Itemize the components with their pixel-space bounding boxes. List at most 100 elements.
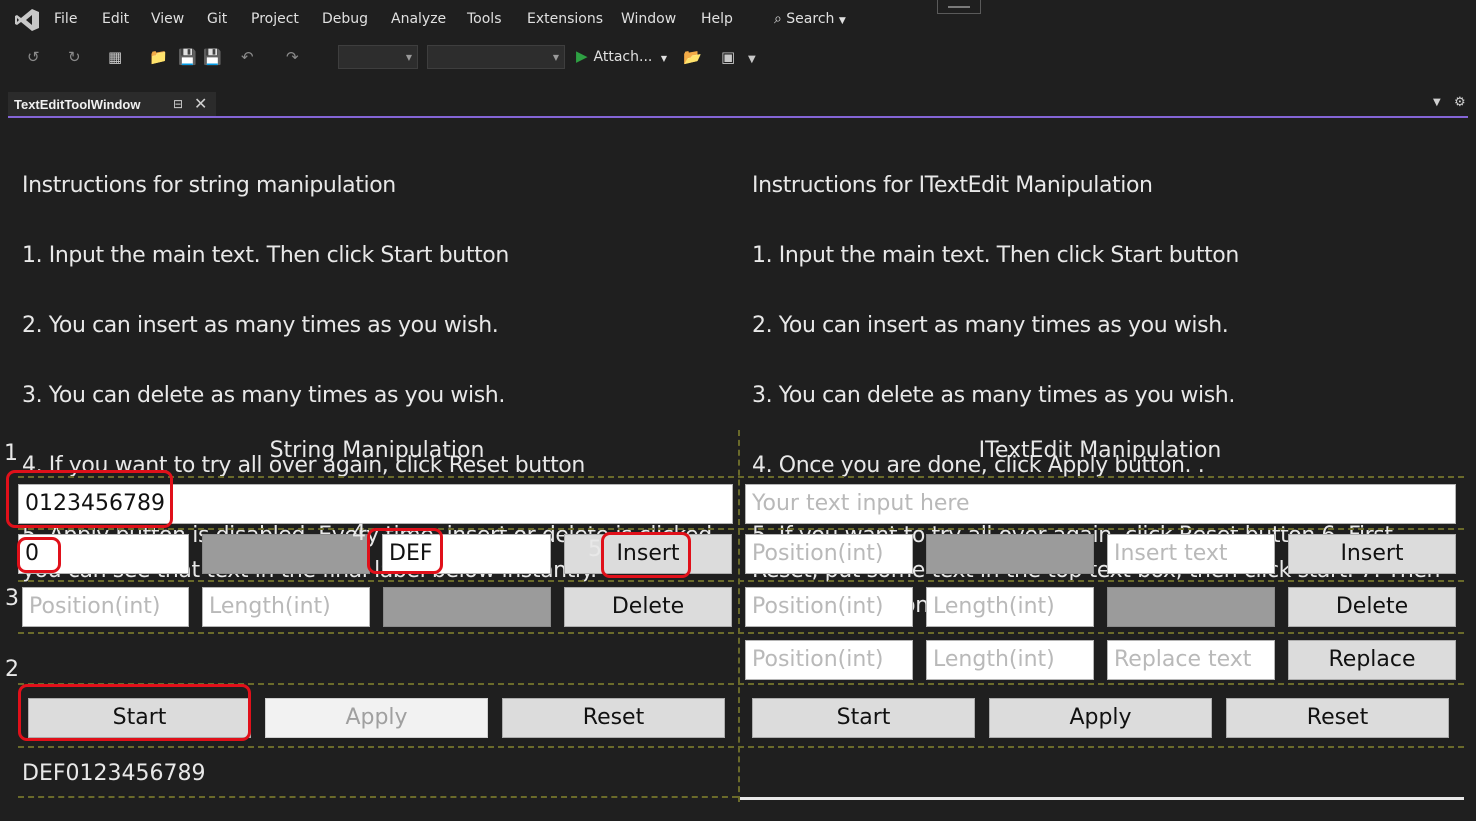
new-project-icon[interactable]: ▦ xyxy=(108,48,122,66)
toolbar-overflow-icon[interactable]: ▼ xyxy=(748,54,756,65)
row-divider xyxy=(18,528,1464,530)
tab-accent-line xyxy=(8,116,1468,118)
itextedit-insert-position-input[interactable]: Position(int) xyxy=(745,534,913,574)
chevron-down-icon: ▼ xyxy=(660,54,667,63)
disabled-field xyxy=(1107,587,1275,627)
instruction-line: 1. Input the main text. Then click Start… xyxy=(22,243,509,268)
reset-button-label: Reset xyxy=(582,705,645,730)
itextedit-replace-button[interactable]: Replace xyxy=(1288,640,1456,680)
bottom-border xyxy=(740,797,1464,800)
chevron-down-icon: ▼ xyxy=(838,16,846,26)
annotation-number: 3 xyxy=(5,586,19,611)
itextedit-delete-position-input[interactable]: Position(int) xyxy=(745,587,913,627)
tab-title: TextEditToolWindow xyxy=(14,97,141,112)
close-icon[interactable]: ✕ xyxy=(194,94,207,113)
row-divider xyxy=(18,476,1464,478)
instruction-line: 3. You can delete as many times as you w… xyxy=(752,383,1235,408)
save-all-icon[interactable]: 💾 xyxy=(203,48,222,66)
drag-handle[interactable] xyxy=(937,0,981,14)
itextedit-apply-button[interactable]: Apply xyxy=(989,698,1212,738)
undo-icon[interactable]: ↶ xyxy=(241,48,254,66)
annotation-highlight xyxy=(601,532,691,578)
itextedit-main-input[interactable]: Your text input here xyxy=(745,484,1456,524)
redo-icon[interactable]: ↷ xyxy=(286,48,299,66)
attach-label: Attach... xyxy=(593,49,653,65)
pin-icon[interactable]: ⊟ xyxy=(173,97,183,111)
string-manipulation-title: String Manipulation xyxy=(269,438,485,463)
annotation-highlight xyxy=(367,528,443,574)
back-icon[interactable]: ↺ xyxy=(27,48,40,66)
itextedit-delete-button[interactable]: Delete xyxy=(1288,587,1456,627)
attach-button[interactable]: ▶ Attach... ▼ xyxy=(576,47,667,65)
delete-button-label: Delete xyxy=(611,594,685,619)
menu-help[interactable]: Help xyxy=(701,11,733,27)
menu-debug[interactable]: Debug xyxy=(322,11,368,27)
itextedit-insert-label: Insert xyxy=(1340,541,1404,566)
delete-button[interactable]: Delete xyxy=(564,587,732,627)
vs-logo-icon[interactable] xyxy=(14,8,40,32)
itextedit-start-button[interactable]: Start xyxy=(752,698,975,738)
row-divider xyxy=(18,746,1464,748)
row-divider xyxy=(18,580,1464,582)
annotation-highlight xyxy=(18,684,251,741)
menu-project[interactable]: Project xyxy=(251,11,299,27)
itextedit-insert-button[interactable]: Insert xyxy=(1288,534,1456,574)
itextedit-delete-label: Delete xyxy=(1335,594,1409,619)
menu-tools[interactable]: Tools xyxy=(467,11,502,27)
chevron-down-icon[interactable]: ▼ xyxy=(1433,97,1441,108)
menu-window[interactable]: Window xyxy=(621,11,676,27)
instruction-line: Instructions for ITextEdit Manipulation xyxy=(752,173,1153,198)
annotation-number: 4 xyxy=(352,521,366,546)
row-divider xyxy=(18,796,738,798)
itextedit-apply-label: Apply xyxy=(1069,705,1132,730)
result-label: DEF0123456789 xyxy=(22,761,206,786)
annotation-number: 1 xyxy=(4,441,18,466)
itextedit-delete-length-input[interactable]: Length(int) xyxy=(926,587,1094,627)
itextedit-replace-length-input[interactable]: Length(int) xyxy=(926,640,1094,680)
itextedit-replace-label: Replace xyxy=(1328,647,1416,672)
menu-extensions[interactable]: Extensions xyxy=(527,11,603,27)
itextedit-insert-text-input[interactable]: Insert text xyxy=(1107,534,1275,574)
delete-position-input[interactable]: Position(int) xyxy=(22,587,189,627)
search-icon: ⌕ xyxy=(774,11,782,27)
play-icon: ▶ xyxy=(576,47,588,65)
platform-combo[interactable]: ▼ xyxy=(427,45,565,69)
annotation-number: 2 xyxy=(5,657,19,682)
search-box[interactable]: ⌕ Search ▼ xyxy=(774,11,846,27)
annotation-highlight xyxy=(6,470,173,528)
menu-edit[interactable]: Edit xyxy=(102,11,129,27)
apply-button-label: Apply xyxy=(345,705,408,730)
configuration-combo[interactable]: ▼ xyxy=(338,45,418,69)
itextedit-start-label: Start xyxy=(836,705,891,730)
itextedit-replace-position-input[interactable]: Position(int) xyxy=(745,640,913,680)
open-folder-icon[interactable]: 📁 xyxy=(149,48,168,66)
disabled-field xyxy=(383,587,551,627)
apply-button: Apply xyxy=(265,698,488,738)
instruction-line: Instructions for string manipulation xyxy=(22,173,396,198)
chevron-down-icon: ▼ xyxy=(552,53,559,62)
search-label: Search xyxy=(786,11,835,27)
delete-length-input[interactable]: Length(int) xyxy=(202,587,370,627)
itextedit-reset-button[interactable]: Reset xyxy=(1226,698,1449,738)
instruction-line: 2. You can insert as many times as you w… xyxy=(22,313,499,338)
itextedit-replace-text-input[interactable]: Replace text xyxy=(1107,640,1275,680)
menu-view[interactable]: View xyxy=(151,11,184,27)
reset-button[interactable]: Reset xyxy=(502,698,725,738)
forward-icon[interactable]: ↻ xyxy=(68,48,81,66)
menu-file[interactable]: File xyxy=(54,11,77,27)
menu-analyze[interactable]: Analyze xyxy=(391,11,446,27)
disabled-field xyxy=(926,534,1094,574)
disabled-field xyxy=(202,534,370,574)
save-icon[interactable]: 💾 xyxy=(178,48,197,66)
browser-icon[interactable]: ▣ xyxy=(721,48,735,66)
row-divider xyxy=(18,632,1464,634)
instruction-line: 2. You can insert as many times as you w… xyxy=(752,313,1229,338)
folder-view-icon[interactable]: 📂 xyxy=(683,48,702,66)
menu-git[interactable]: Git xyxy=(207,11,227,27)
itextedit-manipulation-title: ITextEdit Manipulation xyxy=(978,438,1222,463)
gear-icon[interactable]: ⚙ xyxy=(1454,95,1466,110)
tool-window-tab[interactable]: TextEditToolWindow ⊟ ✕ xyxy=(8,92,216,117)
instruction-line: 3. You can delete as many times as you w… xyxy=(22,383,505,408)
itextedit-reset-label: Reset xyxy=(1306,705,1369,730)
annotation-number: 5 xyxy=(588,537,602,562)
